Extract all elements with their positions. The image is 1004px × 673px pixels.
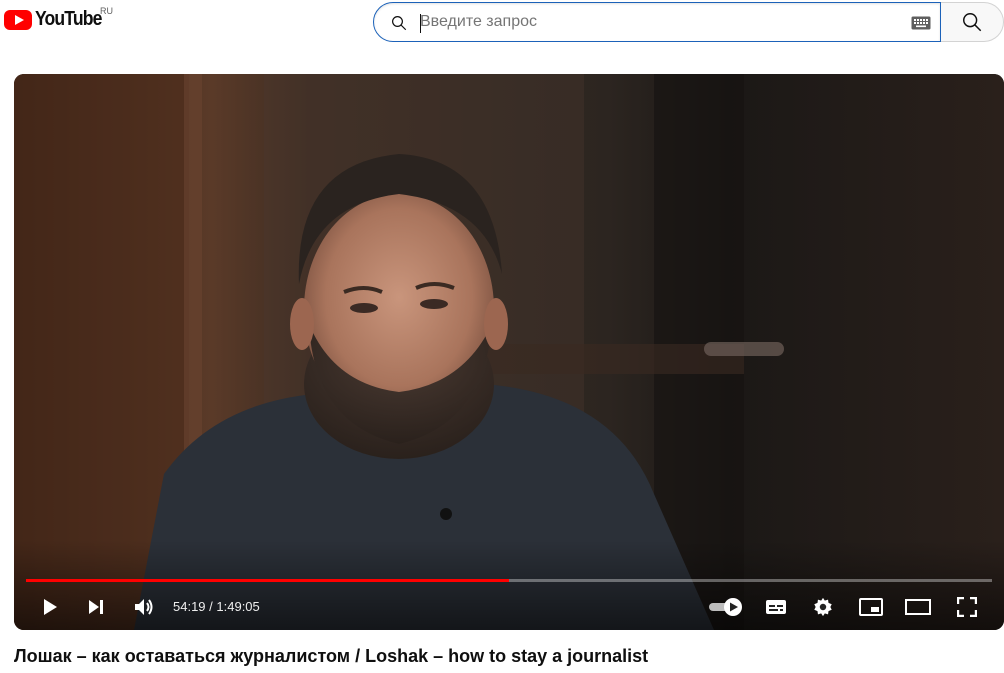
volume-button[interactable]: [132, 595, 156, 619]
volume-icon: [135, 599, 153, 615]
progress-bar-played: [26, 579, 509, 582]
masthead: YouTube RU: [0, 0, 1004, 48]
search-button[interactable]: [941, 2, 1004, 42]
autoplay-toggle[interactable]: [706, 595, 744, 619]
subtitles-icon: [766, 600, 786, 614]
play-button[interactable]: [38, 595, 62, 619]
play-icon: [44, 599, 57, 615]
video-player[interactable]: 54:19 / 1:49:05: [14, 74, 1004, 630]
search-input[interactable]: [420, 9, 900, 35]
miniplayer-button[interactable]: [858, 595, 884, 619]
settings-button[interactable]: [811, 595, 835, 619]
next-button[interactable]: [84, 595, 108, 619]
theater-mode-button[interactable]: [904, 595, 932, 619]
fullscreen-button[interactable]: [955, 595, 979, 619]
keyboard-icon[interactable]: [911, 16, 931, 30]
controls-gradient: [14, 540, 1004, 630]
search-icon: [963, 13, 982, 32]
current-time: 54:19: [173, 599, 206, 614]
next-icon: [89, 600, 103, 614]
video-title: Лошак – как оставаться журналистом / Los…: [14, 646, 649, 666]
search-icon: [392, 16, 407, 31]
autoplay-toggle-icon: [709, 598, 742, 616]
duration: 1:49:05: [216, 599, 260, 614]
theater-mode-icon: [905, 599, 931, 615]
fullscreen-icon: [957, 597, 977, 617]
time-separator: /: [205, 599, 217, 614]
youtube-logo[interactable]: YouTube RU: [4, 6, 113, 31]
progress-bar[interactable]: [26, 579, 992, 582]
region-label: RU: [100, 6, 113, 16]
settings-icon: [814, 597, 832, 617]
text-caret: [420, 14, 421, 33]
subtitles-button[interactable]: [764, 595, 788, 619]
logo-text: YouTube: [35, 8, 102, 30]
search-box[interactable]: [373, 2, 941, 42]
time-display: 54:19 / 1:49:05: [173, 599, 260, 614]
youtube-play-logo-icon: [4, 9, 32, 30]
miniplayer-icon: [859, 598, 883, 616]
